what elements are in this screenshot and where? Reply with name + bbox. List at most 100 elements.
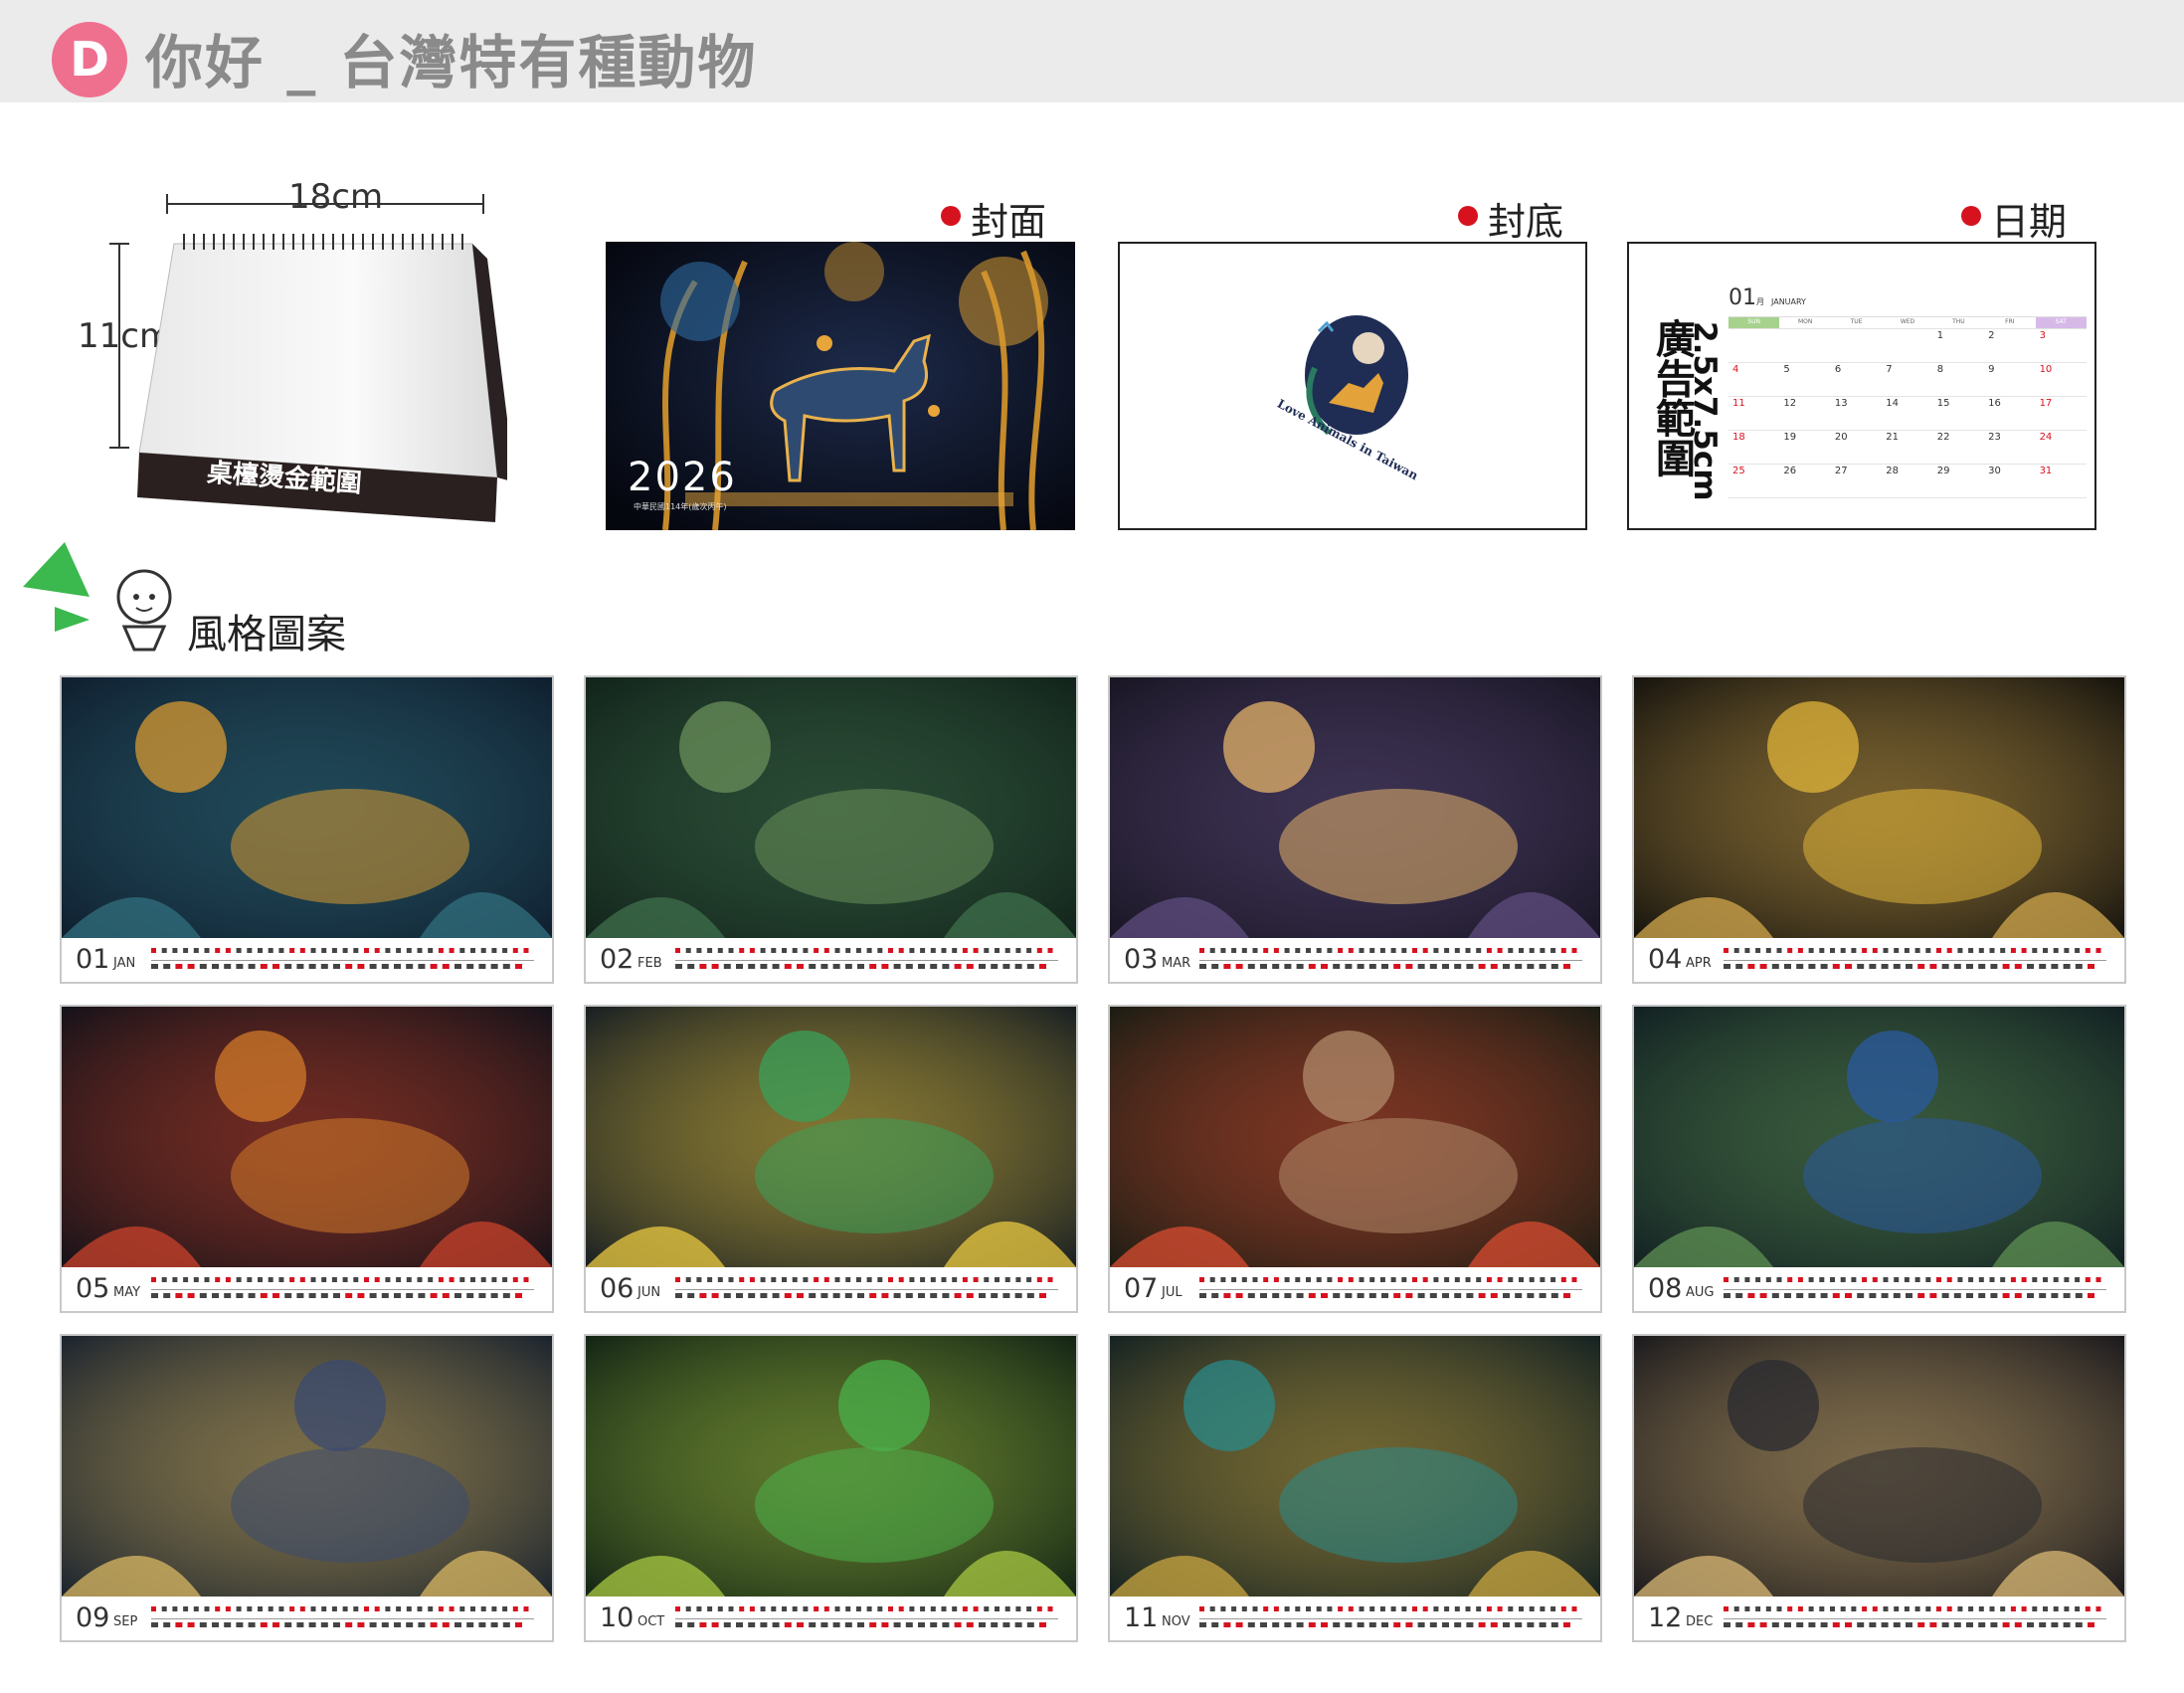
day-cell: 13 (1830, 397, 1883, 431)
weekday-header: MON (1779, 317, 1831, 329)
day-cell (1830, 329, 1883, 363)
weekday-header: SUN (1729, 317, 1780, 329)
day-row (151, 960, 534, 969)
month-artwork (62, 677, 552, 938)
month-number: 07 (1124, 1273, 1159, 1304)
day-row (1199, 1618, 1582, 1627)
month-thumbnail-11: 11 NOV (1108, 1334, 1602, 1642)
day-cell (1729, 329, 1780, 363)
month-artwork (1634, 677, 2124, 938)
month-number: 12 (1648, 1602, 1683, 1633)
month-artwork (586, 677, 1076, 938)
day-cell: 27 (1830, 465, 1883, 498)
month-number: 03 (1124, 944, 1159, 975)
day-row (1199, 960, 1582, 969)
month-number: 02 (600, 944, 635, 975)
weekday-row (151, 948, 529, 953)
month-strip: 07 JUL (1110, 1267, 1600, 1311)
month-strip: 08 AUG (1634, 1267, 2124, 1311)
day-cell: 1 (1932, 329, 1985, 363)
day-row (151, 1618, 534, 1627)
day-cell: 30 (1984, 465, 2036, 498)
month-thumbnail-09: 09 SEP (60, 1334, 554, 1642)
month-artwork (1110, 677, 1600, 938)
mini-calendar-grid: SUN MON TUE WED THU FRI SAT 1 2 3 4 5 6 7 8 9 10 11 12 13 14… (1729, 316, 2087, 498)
style-section-title: 風格圖案 (187, 612, 346, 658)
month-name: JUN (637, 1285, 661, 1300)
day-cell: 23 (1984, 431, 2036, 465)
date-page-preview: 廣告範圍 2.5x7.5cm 01月 JANUARY SUN MON TUE WED T… (1627, 242, 2096, 530)
day-cell (1882, 329, 1933, 363)
day-cell: 10 (2035, 363, 2087, 397)
weekday-row (1724, 1277, 2101, 1282)
weekday-row (1199, 1277, 1577, 1282)
month-number: 05 (76, 1273, 110, 1304)
month-artwork (1110, 1336, 1600, 1597)
day-cell: 2 (1984, 329, 2036, 363)
weekday-row (675, 1606, 1053, 1611)
day-cell: 26 (1779, 465, 1831, 498)
month-thumbnail-03: 03 MAR (1108, 675, 1602, 984)
weekday-header: FRI (1984, 317, 2036, 329)
month-name: OCT (637, 1614, 665, 1629)
month-strip: 12 DEC (1634, 1597, 2124, 1640)
month-name: APR (1686, 956, 1712, 971)
month-artwork (1634, 1007, 2124, 1267)
day-cell: 18 (1729, 431, 1780, 465)
date-label: 日期 (1961, 191, 2067, 246)
day-cell: 20 (1830, 431, 1883, 465)
day-cell: 29 (1932, 465, 1985, 498)
month-thumbnail-06: 06 JUN (584, 1005, 1078, 1313)
month-name: NOV (1162, 1614, 1190, 1629)
month-strip: 10 OCT (586, 1597, 1076, 1640)
ad-size-label: 2.5x7.5cm (1687, 321, 1723, 501)
width-label: 18cm (288, 177, 384, 217)
month-artwork (586, 1007, 1076, 1267)
day-cell: 8 (1932, 363, 1985, 397)
month-thumbnail-10: 10 OCT (584, 1334, 1078, 1642)
day-cell: 21 (1882, 431, 1933, 465)
day-cell: 17 (2035, 397, 2087, 431)
weekday-header: WED (1882, 317, 1933, 329)
month-artwork (1634, 1336, 2124, 1597)
red-dot-icon (1458, 205, 1478, 226)
weekday-row (1199, 1606, 1577, 1611)
weekday-row (1724, 1606, 2101, 1611)
day-cell: 4 (1729, 363, 1780, 397)
day-row (1724, 1289, 2106, 1298)
month-artwork (1110, 1007, 1600, 1267)
day-cell: 15 (1932, 397, 1985, 431)
back-preview: Love Animals in Taiwan (1118, 242, 1587, 530)
red-dot-icon (941, 205, 961, 226)
day-cell: 11 (1729, 397, 1780, 431)
month-name: MAY (113, 1285, 141, 1300)
day-cell: 22 (1932, 431, 1985, 465)
weekday-row (1199, 948, 1577, 953)
page-header: D 你好 _ 台灣特有種動物 (0, 0, 2184, 102)
month-number: 10 (600, 1602, 635, 1633)
month-number: 09 (76, 1602, 110, 1633)
day-cell: 24 (2035, 431, 2087, 465)
month-strip: 03 MAR (1110, 938, 1600, 982)
month-strip: 11 NOV (1110, 1597, 1600, 1640)
month-thumbnail-08: 08 AUG (1632, 1005, 2126, 1313)
day-cell: 6 (1830, 363, 1883, 397)
month-artwork (62, 1336, 552, 1597)
day-cell: 19 (1779, 431, 1831, 465)
month-strip: 09 SEP (62, 1597, 552, 1640)
back-label: 封底 (1458, 191, 1563, 246)
month-number: 04 (1648, 944, 1683, 975)
day-cell: 3 (2035, 329, 2087, 363)
month-name: JAN (113, 956, 136, 971)
month-thumbnail-02: 02 FEB (584, 675, 1078, 984)
weekday-header: TUE (1830, 317, 1883, 329)
weekday-row (675, 948, 1053, 953)
day-row (1724, 960, 2106, 969)
day-row (675, 1618, 1058, 1627)
month-strip: 01 JAN (62, 938, 552, 982)
decorative-icon (23, 542, 172, 652)
month-thumbnail-05: 05 MAY (60, 1005, 554, 1313)
weekday-header: SAT (2035, 317, 2087, 329)
month-thumbnail-01: 01 JAN (60, 675, 554, 984)
month-name: AUG (1686, 1285, 1715, 1300)
